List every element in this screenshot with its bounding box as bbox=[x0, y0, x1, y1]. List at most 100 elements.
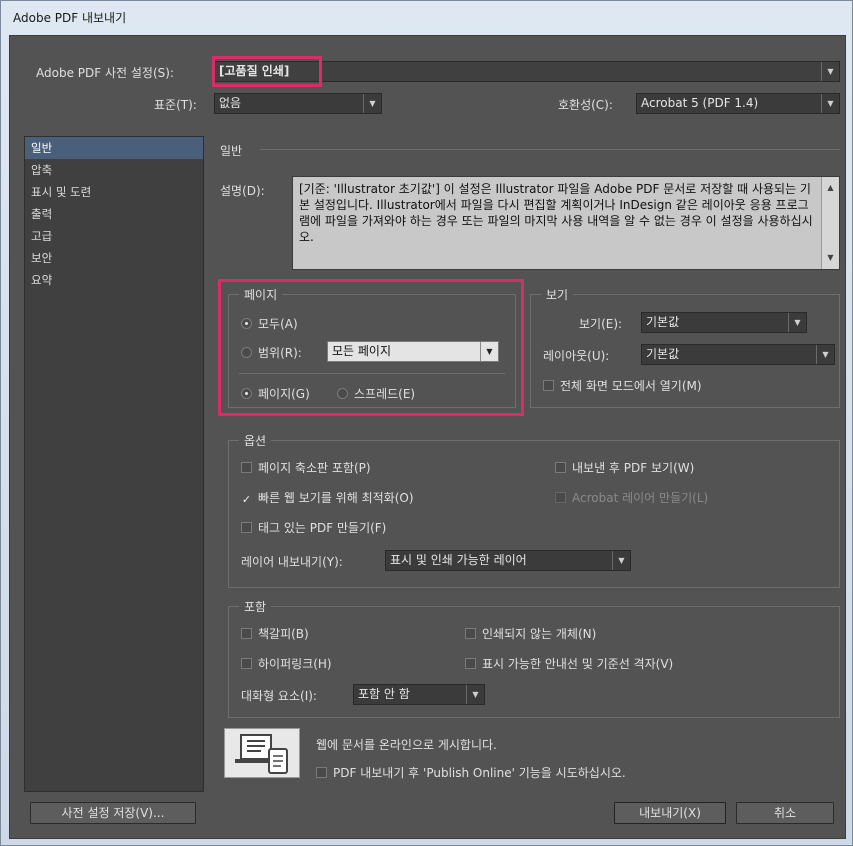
radio-icon bbox=[337, 388, 348, 399]
sidebar-item-output[interactable]: 출력 bbox=[25, 203, 203, 225]
pages-all-label: 모두(A) bbox=[258, 317, 298, 331]
pages-spread-label: 스프레드(E) bbox=[354, 387, 416, 401]
standard-value: 없음 bbox=[219, 96, 242, 110]
pages-spread-option[interactable]: 스프레드(E) bbox=[337, 385, 415, 402]
chevron-down-icon: ▼ bbox=[821, 62, 839, 81]
preset-label: Adobe PDF 사전 설정(S): bbox=[36, 66, 174, 80]
section-title: 일반 bbox=[220, 144, 243, 158]
sidebar-item-security[interactable]: 보안 bbox=[25, 247, 203, 269]
sidebar-item-marks-bleeds[interactable]: 표시 및 도련 bbox=[25, 181, 203, 203]
radio-selected-icon bbox=[241, 318, 252, 329]
hyperlinks-option[interactable]: 하이퍼링크(H) bbox=[241, 655, 332, 672]
view-label: 보기(E): bbox=[579, 317, 623, 331]
pages-range-label: 범위(R): bbox=[258, 346, 302, 360]
bookmarks-label: 책갈피(B) bbox=[258, 627, 309, 641]
compat-label: 호환성(C): bbox=[558, 98, 613, 112]
checkbox-icon bbox=[241, 628, 252, 639]
compat-dropdown[interactable]: Acrobat 5 (PDF 1.4) ▼ bbox=[636, 93, 840, 114]
export-layers-value: 표시 및 인쇄 가능한 레이어 bbox=[390, 553, 527, 567]
non-printing-option[interactable]: 인쇄되지 않는 개체(N) bbox=[465, 625, 596, 642]
include-group-title: 포함 bbox=[239, 598, 272, 615]
publish-text: 웹에 문서를 온라인으로 게시합니다. bbox=[316, 738, 497, 752]
view-after-label: 내보낸 후 PDF 보기(W) bbox=[572, 461, 695, 475]
pages-range-option[interactable]: 범위(R): bbox=[241, 344, 302, 361]
fullscreen-option[interactable]: 전체 화면 모드에서 열기(M) bbox=[543, 377, 702, 394]
export-button[interactable]: 내보내기(X) bbox=[614, 802, 726, 824]
layout-dropdown[interactable]: 기본값 ▼ bbox=[641, 344, 835, 365]
standard-label: 표준(T): bbox=[154, 98, 197, 112]
guides-option[interactable]: 표시 가능한 안내선 및 기준선 격자(V) bbox=[465, 655, 673, 672]
description-textarea[interactable]: [기준: 'Illustrator 초기값'] 이 설정은 Illustrato… bbox=[292, 176, 840, 270]
export-layers-label: 레이어 내보내기(Y): bbox=[241, 555, 343, 569]
non-printing-label: 인쇄되지 않는 개체(N) bbox=[482, 627, 597, 641]
preset-value: [고품질 인쇄] bbox=[219, 64, 290, 78]
pages-range-dropdown[interactable]: 모든 페이지 ▼ bbox=[327, 341, 499, 362]
pages-group: 페이지 모두(A) 범위(R): 모든 페이지 ▼ 페이지(G) 스프레드(E) bbox=[228, 286, 516, 408]
checkbox-icon bbox=[316, 767, 327, 778]
sidebar-item-advanced[interactable]: 고급 bbox=[25, 225, 203, 247]
options-group-title: 옵션 bbox=[239, 432, 272, 449]
view-after-option[interactable]: 내보낸 후 PDF 보기(W) bbox=[555, 459, 694, 476]
fast-web-label: 빠른 웹 보기를 위해 최적화(O) bbox=[258, 491, 414, 505]
section-divider bbox=[260, 149, 840, 150]
cancel-button[interactable]: 취소 bbox=[736, 802, 834, 824]
standard-dropdown[interactable]: 없음 ▼ bbox=[214, 93, 382, 114]
checkbox-icon bbox=[465, 628, 476, 639]
checkbox-icon bbox=[241, 462, 252, 473]
layout-label: 레이아웃(U): bbox=[543, 349, 610, 363]
pages-divider bbox=[239, 373, 505, 374]
publish-devices-icon bbox=[224, 728, 300, 778]
view-group: 보기 보기(E): 기본값 ▼ 레이아웃(U): 기본값 ▼ 전체 화면 모드에… bbox=[530, 286, 840, 408]
radio-selected-icon bbox=[241, 388, 252, 399]
acrobat-layers-option: Acrobat 레이어 만들기(L) bbox=[555, 489, 708, 506]
tagged-option[interactable]: 태그 있는 PDF 만들기(F) bbox=[241, 519, 386, 536]
fast-web-option[interactable]: ✓ 빠른 웹 보기를 위해 최적화(O) bbox=[241, 489, 414, 506]
pages-all-option[interactable]: 모두(A) bbox=[241, 315, 298, 332]
radio-icon bbox=[241, 347, 252, 358]
description-text: [기준: 'Illustrator 초기값'] 이 설정은 Illustrato… bbox=[299, 182, 813, 244]
chevron-down-icon: ▼ bbox=[816, 345, 834, 364]
compat-value: Acrobat 5 (PDF 1.4) bbox=[641, 96, 759, 110]
sidebar-item-general[interactable]: 일반 bbox=[25, 137, 203, 159]
interactive-value: 포함 안 함 bbox=[358, 687, 410, 701]
pages-pages-label: 페이지(G) bbox=[258, 387, 310, 401]
dialog-window: Adobe PDF 내보내기 Adobe PDF 사전 설정(S): [고품질 … bbox=[0, 0, 853, 846]
description-label: 설명(D): bbox=[220, 184, 265, 198]
checkbox-icon bbox=[465, 658, 476, 669]
window-title: Adobe PDF 내보내기 bbox=[13, 11, 127, 25]
checkbox-icon bbox=[543, 380, 554, 391]
chevron-down-icon: ▼ bbox=[612, 551, 630, 570]
sidebar-item-summary[interactable]: 요약 bbox=[25, 269, 203, 291]
fullscreen-label: 전체 화면 모드에서 열기(M) bbox=[560, 379, 702, 393]
thumbnails-label: 페이지 축소판 포함(P) bbox=[258, 461, 371, 475]
export-layers-dropdown[interactable]: 표시 및 인쇄 가능한 레이어 ▼ bbox=[385, 550, 631, 571]
description-scrollbar[interactable]: ▲ ▼ bbox=[821, 177, 839, 269]
thumbnails-option[interactable]: 페이지 축소판 포함(P) bbox=[241, 459, 371, 476]
checkbox-icon bbox=[555, 492, 566, 503]
checkbox-icon bbox=[241, 658, 252, 669]
view-dropdown[interactable]: 기본값 ▼ bbox=[641, 312, 807, 333]
preset-dropdown[interactable]: [고품질 인쇄] ▼ bbox=[214, 61, 840, 82]
guides-label: 표시 가능한 안내선 및 기준선 격자(V) bbox=[482, 657, 674, 671]
chevron-down-icon: ▼ bbox=[480, 342, 498, 361]
interactive-dropdown[interactable]: 포함 안 함 ▼ bbox=[353, 684, 485, 705]
hyperlinks-label: 하이퍼링크(H) bbox=[258, 657, 332, 671]
layout-value: 기본값 bbox=[646, 347, 680, 361]
bookmarks-option[interactable]: 책갈피(B) bbox=[241, 625, 309, 642]
publish-online-option[interactable]: PDF 내보내기 후 'Publish Online' 기능을 시도하십시오. bbox=[316, 764, 626, 781]
sidebar-item-compression[interactable]: 압축 bbox=[25, 159, 203, 181]
chevron-down-icon: ▼ bbox=[788, 313, 806, 332]
save-preset-button[interactable]: 사전 설정 저장(V)... bbox=[30, 802, 196, 824]
pages-pages-option[interactable]: 페이지(G) bbox=[241, 385, 310, 402]
checkbox-icon bbox=[241, 522, 252, 533]
publish-devices-svg bbox=[235, 734, 288, 774]
scroll-up-icon: ▲ bbox=[827, 183, 834, 192]
view-group-title: 보기 bbox=[541, 286, 574, 303]
include-group: 포함 책갈피(B) 인쇄되지 않는 개체(N) 하이퍼링크(H) 표시 가능한 … bbox=[228, 598, 840, 718]
chevron-down-icon: ▼ bbox=[821, 94, 839, 113]
pages-range-value: 모든 페이지 bbox=[332, 344, 392, 358]
pages-group-title: 페이지 bbox=[239, 286, 283, 303]
tagged-label: 태그 있는 PDF 만들기(F) bbox=[258, 521, 387, 535]
checkbox-icon bbox=[555, 462, 566, 473]
view-value: 기본값 bbox=[646, 315, 680, 329]
